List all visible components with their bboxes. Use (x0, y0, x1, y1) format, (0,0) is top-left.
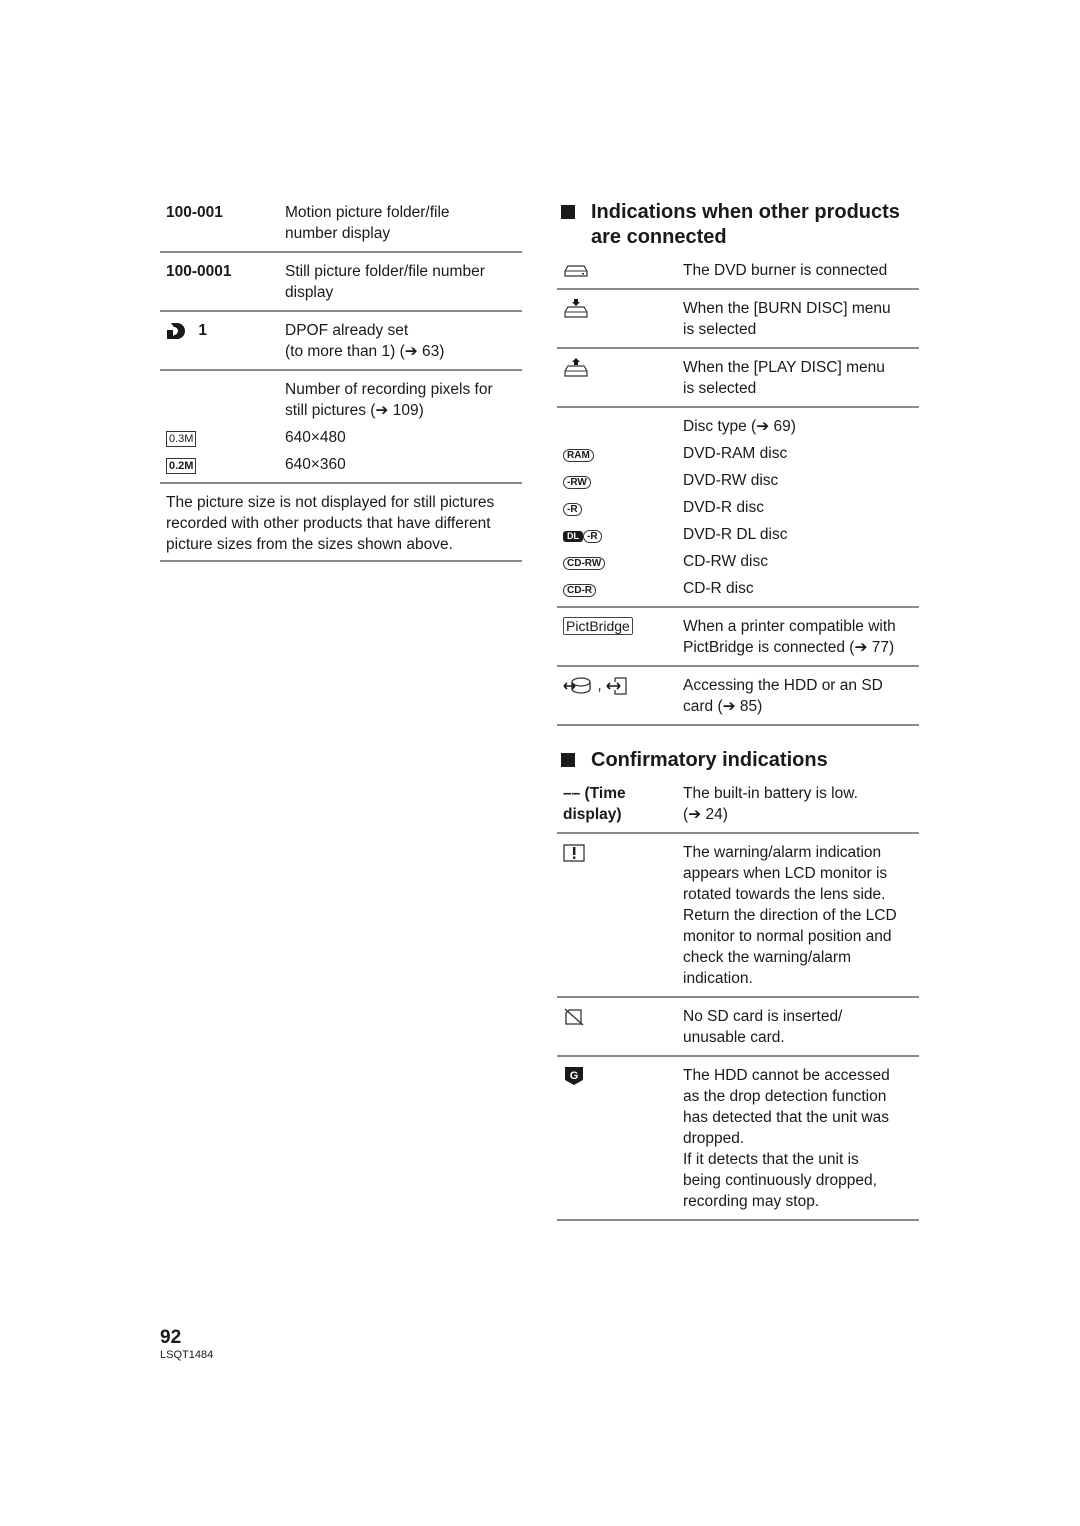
table-row: -RW DVD-RW disc (557, 468, 919, 495)
table-row: 100-0001 Still picture folder/file numbe… (160, 259, 522, 312)
table-row: , Accessing the HDD or an SD card (➔ 85) (557, 673, 919, 726)
table-row: CD-RW CD-RW disc (557, 549, 919, 576)
dvd-burner-icon (564, 265, 588, 277)
dvd-r-disc-icon: -R (563, 503, 582, 516)
dual-layer-badge-icon: DL (563, 531, 583, 542)
cd-r-disc-icon: CD-R (563, 584, 596, 597)
table-row: The DVD burner is connected (557, 258, 919, 290)
table-row: The warning/alarm indication appears whe… (557, 840, 919, 998)
picture-size-note: The picture size is not displayed for st… (160, 490, 522, 562)
table-row: 0.3M 640×480 (160, 425, 522, 452)
table-row: Disc type (➔ 69) (683, 418, 796, 435)
page-number: 92 (160, 1327, 182, 1348)
table-row: Number of recording pixels for still pict… (285, 381, 493, 419)
pictbridge-icon: PictBridge (563, 617, 633, 635)
picture-size-0-2m-icon: 0.2M (166, 458, 197, 474)
drop-detection-icon: G (565, 1066, 583, 1085)
table-row: PictBridge When a printer compatible wit… (557, 614, 919, 667)
table-row: CD-R CD-R disc (557, 576, 919, 608)
table-row: -R DVD-R disc (557, 495, 919, 522)
table-row: 1 DPOF already set (to more than 1) (➔ 63… (160, 318, 522, 371)
bullet-square-icon (561, 205, 575, 219)
sd-card-access-icon (606, 677, 627, 695)
table-row: No SD card is inserted/unusable card. (557, 1004, 919, 1057)
section-heading-confirmatory: Confirmatory indications (557, 748, 919, 773)
table-row: 0.2M 640×360 (160, 452, 522, 484)
dvd-r-dl-disc-icon: -R (583, 530, 602, 543)
table-row: RAM DVD-RAM disc (557, 441, 919, 468)
table-row: DL -R DVD-R DL disc (557, 522, 919, 549)
cd-rw-disc-icon: CD-RW (563, 557, 606, 570)
bullet-square-icon (561, 753, 575, 767)
section-heading-other-products: Indications when other products are conn… (557, 200, 919, 250)
table-row: 100-001 Motion picture folder/file number… (160, 200, 522, 253)
svg-text:G: G (570, 1070, 579, 1082)
no-sd-card-icon (564, 1008, 584, 1026)
dpof-icon (167, 322, 185, 339)
dvd-rw-disc-icon: -RW (563, 476, 591, 489)
folder-file-key: 100-001 (166, 204, 223, 221)
play-disc-icon (564, 357, 588, 377)
table-row: –– (Time display) The built-in battery is… (557, 781, 919, 834)
dvd-ram-disc-icon: RAM (563, 449, 594, 462)
picture-size-0-3m-icon: 0.3M (166, 431, 197, 447)
hdd-access-icon (563, 677, 591, 694)
table-row: When the [PLAY DISC] menu is selected (557, 355, 919, 408)
folder-file-key: 100-0001 (166, 263, 232, 280)
right-column: Indications when other products are conn… (557, 200, 919, 1227)
warning-icon (563, 844, 585, 862)
table-row: When the [BURN DISC] menu is selected (557, 296, 919, 349)
model-code: LSQT1484 (160, 1349, 214, 1361)
table-row: G The HDD cannot be accessed as the drop… (557, 1063, 919, 1221)
left-column: 100-001 Motion picture folder/file number… (160, 200, 522, 562)
burn-disc-icon (564, 298, 588, 318)
